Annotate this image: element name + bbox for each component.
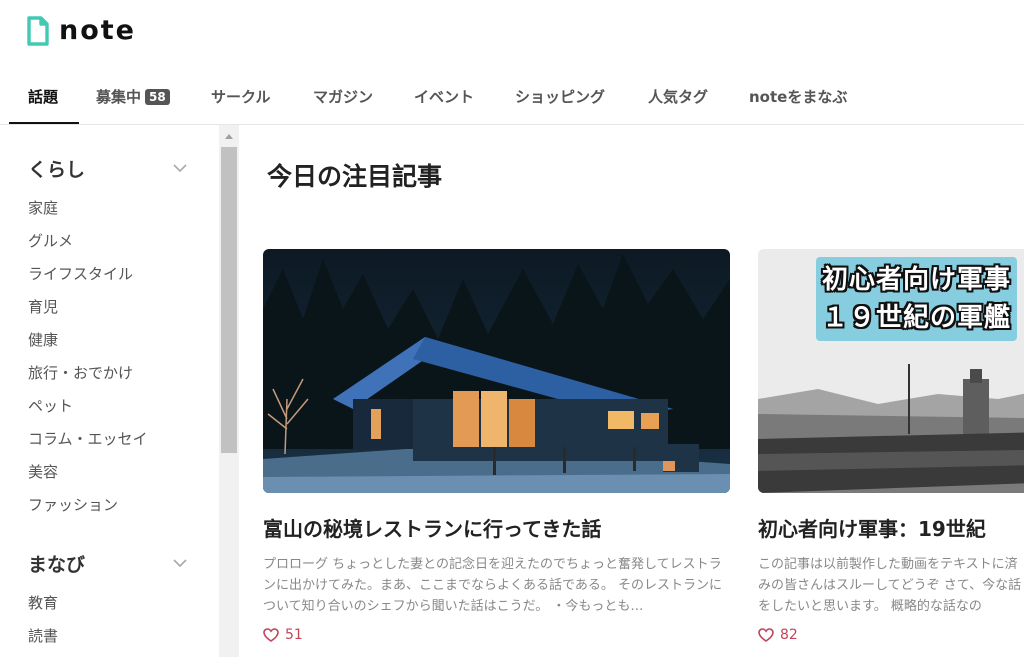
note-logo-icon: [27, 16, 49, 46]
tab-label: サークル: [211, 88, 271, 106]
main-content: 今日の注目記事 富山の秘境レストランに行ってきた話 プロローグ ちょっとした妻と…: [239, 125, 1024, 657]
sidebar-item-gourmet[interactable]: グルメ: [28, 230, 73, 251]
article-title[interactable]: 初心者向け軍事：19世紀: [758, 513, 1024, 542]
category-sidebar: くらし 家庭 グルメ ライフスタイル 育児 健康 旅行・おでかけ ペット コラム…: [0, 125, 219, 657]
article-description: プロローグ ちょっとした妻との記念日を迎えたのでちょっと奮発してレストランに出か…: [263, 557, 723, 614]
sidebar-item-fashion[interactable]: ファッション: [28, 494, 118, 515]
sidebar-item-kyoiku[interactable]: 教育: [28, 592, 58, 613]
article-description: この記事は以前製作した動画をテキストに済みの皆さんはスルーしてどうぞ さて、今な…: [758, 557, 1022, 614]
heart-icon: [758, 628, 774, 642]
like-count: 51: [285, 627, 303, 643]
sidebar-item-ikuji[interactable]: 育児: [28, 296, 58, 317]
sidebar-section-manabi[interactable]: まなび: [28, 550, 85, 577]
tab-label: マガジン: [313, 88, 374, 106]
tab-label: 募集中: [96, 88, 142, 106]
chevron-down-icon[interactable]: [172, 163, 188, 173]
article-card[interactable]: 初心者向け軍事 １９世紀の軍艦 初心者向け軍事：19世紀 この記事は以前製作した…: [758, 249, 1024, 643]
count-badge: 58: [145, 89, 170, 105]
scrollbar-thumb[interactable]: [221, 147, 237, 453]
image-caption: 初心者向け軍事 １９世紀の軍艦: [816, 257, 1018, 341]
sidebar-scrollbar[interactable]: [219, 125, 239, 657]
tab-circle[interactable]: サークル: [211, 70, 271, 124]
note-logo[interactable]: note: [26, 16, 136, 46]
sidebar-item-travel[interactable]: 旅行・おでかけ: [28, 362, 133, 383]
sidebar-item-pet[interactable]: ペット: [28, 395, 73, 416]
sidebar-item-lifestyle[interactable]: ライフスタイル: [28, 263, 133, 284]
article-thumbnail[interactable]: 初心者向け軍事 １９世紀の軍艦: [758, 249, 1024, 493]
site-header: note: [0, 0, 1024, 70]
like-button[interactable]: 51: [263, 627, 730, 643]
night-cabin-image: [263, 249, 730, 493]
tab-learn-note[interactable]: noteをまなぶ: [749, 70, 847, 124]
sidebar-item-dokusho[interactable]: 読書: [28, 625, 58, 646]
tab-wadai[interactable]: 話題: [28, 70, 58, 124]
image-caption-line: 初心者向け軍事: [822, 265, 1012, 295]
tab-boshuchu[interactable]: 募集中 58: [96, 70, 170, 124]
sidebar-item-column[interactable]: コラム・エッセイ: [28, 428, 148, 449]
category-tabs: 話題 募集中 58 サークル マガジン イベント ショッピング 人気タグ not…: [0, 70, 1024, 125]
tab-label: ショッピング: [515, 88, 606, 106]
sidebar-item-kenko[interactable]: 健康: [28, 329, 58, 350]
section-title: 今日の注目記事: [267, 162, 443, 191]
article-thumbnail[interactable]: [263, 249, 730, 493]
chevron-down-icon[interactable]: [172, 558, 188, 568]
tab-label: イベント: [414, 88, 475, 106]
active-tab-indicator: [9, 122, 79, 124]
tab-label: 話題: [28, 88, 59, 106]
tab-label: 人気タグ: [648, 88, 709, 106]
image-caption-line: １９世紀の軍艦: [822, 303, 1012, 333]
sidebar-section-kurashi[interactable]: くらし: [28, 155, 85, 182]
tab-label: noteをまなぶ: [749, 88, 848, 106]
like-count: 82: [780, 627, 798, 643]
scroll-up-arrow-icon[interactable]: [219, 129, 239, 143]
heart-icon: [263, 628, 279, 642]
note-logo-text: note: [59, 15, 136, 46]
tab-magazine[interactable]: マガジン: [313, 70, 373, 124]
like-button[interactable]: 82: [758, 627, 1024, 643]
tab-event[interactable]: イベント: [414, 70, 474, 124]
sidebar-item-biyo[interactable]: 美容: [28, 461, 58, 482]
article-card[interactable]: 富山の秘境レストランに行ってきた話 プロローグ ちょっとした妻との記念日を迎えた…: [263, 249, 730, 643]
tab-popular-tags[interactable]: 人気タグ: [648, 70, 708, 124]
tab-shopping[interactable]: ショッピング: [515, 70, 605, 124]
sidebar-item-katei[interactable]: 家庭: [28, 197, 58, 218]
article-title[interactable]: 富山の秘境レストランに行ってきた話: [263, 513, 730, 542]
